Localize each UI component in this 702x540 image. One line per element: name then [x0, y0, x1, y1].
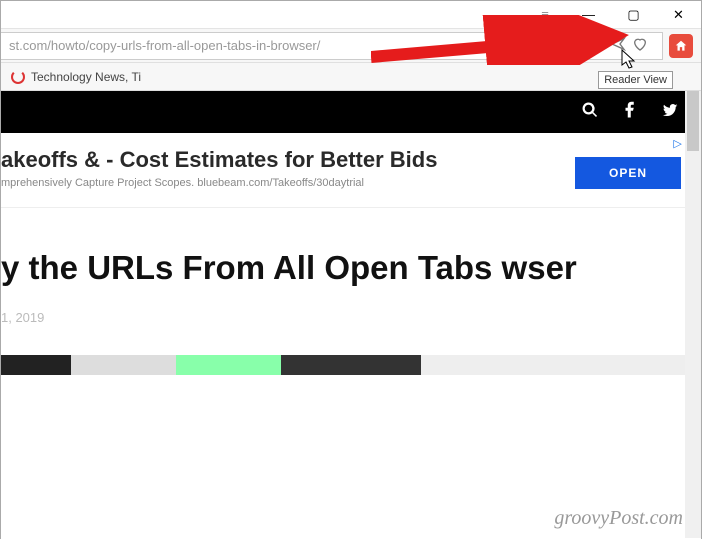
minimize-button[interactable]: — — [566, 1, 611, 29]
facebook-icon[interactable] — [621, 101, 639, 124]
address-bar-actions — [582, 36, 654, 55]
twitter-icon[interactable] — [661, 101, 679, 124]
panel-toggle-icon[interactable]: ≡ — [530, 1, 560, 29]
bookmark-item[interactable]: Technology News, Ti — [31, 70, 141, 84]
watermark: groovyPost.com — [554, 507, 683, 530]
reader-view-icon[interactable] — [588, 36, 604, 55]
article-body: y the URLs From All Open Tabs wser 1, 20… — [1, 208, 701, 375]
close-button[interactable]: ✕ — [656, 1, 701, 29]
search-icon[interactable] — [581, 101, 599, 124]
address-bar-row: st.com/howto/copy-urls-from-all-open-tab… — [1, 29, 701, 63]
reader-view-tooltip: Reader View — [598, 71, 673, 89]
ad-banner: ▷ ✕ akeoffs & - Cost Estimates for Bette… — [1, 133, 701, 208]
url-text: st.com/howto/copy-urls-from-all-open-tab… — [9, 38, 320, 53]
adchoices-icon[interactable]: ▷ — [673, 137, 681, 150]
site-header — [1, 91, 701, 133]
window-titlebar: ≡ — ▢ ✕ — [1, 1, 701, 29]
ad-open-button[interactable]: OPEN — [575, 157, 681, 189]
bookmark-favicon — [11, 70, 25, 84]
article-headline: y the URLs From All Open Tabs wser — [1, 248, 701, 288]
bookmarks-bar: Technology News, Ti — [1, 63, 701, 91]
article-date: 1, 2019 — [1, 310, 701, 325]
article-hero-image — [1, 355, 701, 375]
url-input[interactable]: st.com/howto/copy-urls-from-all-open-tab… — [1, 32, 663, 60]
vertical-scrollbar[interactable] — [685, 91, 701, 538]
maximize-button[interactable]: ▢ — [611, 1, 656, 29]
heart-icon[interactable] — [632, 36, 648, 55]
home-button[interactable] — [669, 34, 693, 58]
scrollbar-thumb[interactable] — [687, 91, 699, 151]
send-icon[interactable] — [610, 36, 626, 55]
page-viewport: ▷ ✕ akeoffs & - Cost Estimates for Bette… — [1, 91, 701, 540]
